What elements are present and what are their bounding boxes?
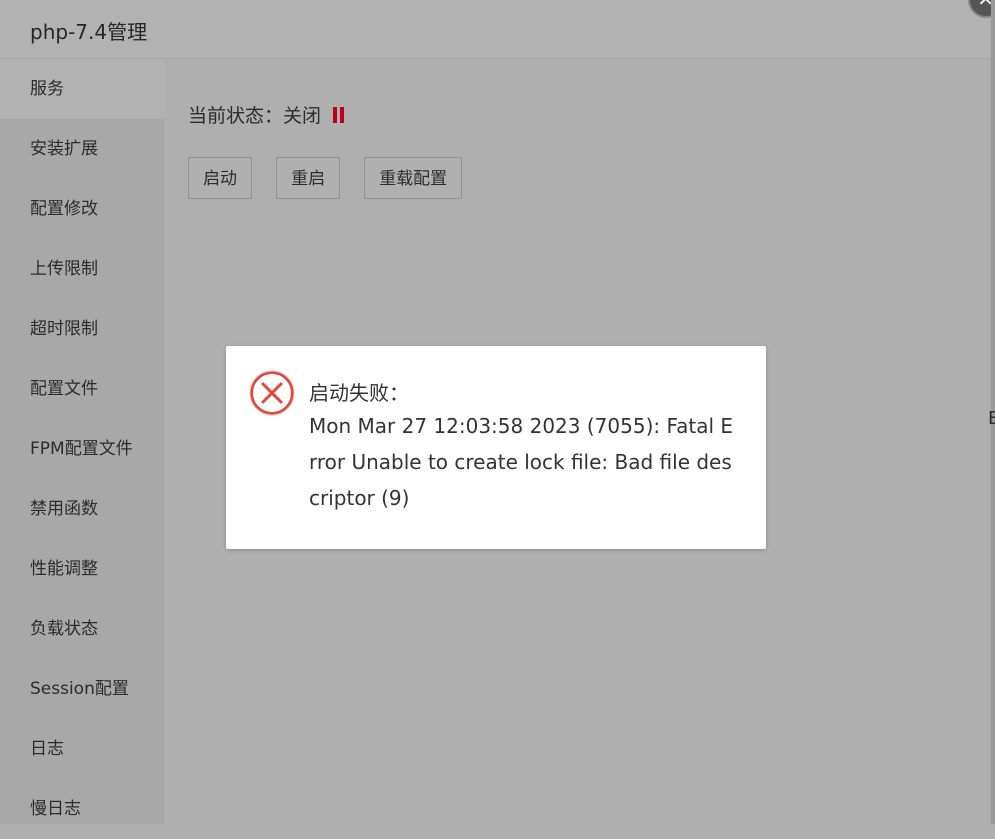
sidebar: 服务 安装扩展 配置修改 上传限制 超时限制 配置文件 FPM配置文件 禁用函数… <box>0 59 165 824</box>
service-actions: 启动 重启 重载配置 <box>188 157 481 199</box>
sidebar-item-install-extension[interactable]: 安装扩展 <box>0 119 165 179</box>
sidebar-item-session-config[interactable]: Session配置 <box>0 659 165 719</box>
pause-icon <box>333 106 347 128</box>
sidebar-item-load-status[interactable]: 负载状态 <box>0 599 165 659</box>
restart-button[interactable]: 重启 <box>276 157 341 199</box>
sidebar-item-timeout-limit[interactable]: 超时限制 <box>0 299 165 359</box>
sidebar-item-logs[interactable]: 日志 <box>0 719 165 779</box>
service-status: 当前状态：关闭 <box>188 101 347 128</box>
error-dialog: 启动失败： Mon Mar 27 12:03:58 2023 (7055): F… <box>226 346 766 549</box>
sidebar-item-upload-limit[interactable]: 上传限制 <box>0 239 165 299</box>
sidebar-item-disabled-functions[interactable]: 禁用函数 <box>0 479 165 539</box>
error-circle-icon <box>249 370 295 416</box>
dialog-message: Mon Mar 27 12:03:58 2023 (7055): Fatal E… <box>309 414 734 510</box>
sidebar-item-performance-tuning[interactable]: 性能调整 <box>0 539 165 599</box>
status-label: 当前状态：关闭 <box>188 105 322 127</box>
sidebar-item-fpm-config-file[interactable]: FPM配置文件 <box>0 419 165 479</box>
dialog-content: 启动失败： Mon Mar 27 12:03:58 2023 (7055): F… <box>309 378 739 516</box>
sidebar-item-config-modify[interactable]: 配置修改 <box>0 179 165 239</box>
sidebar-item-service[interactable]: 服务 <box>0 59 165 119</box>
window-header: php-7.4管理 <box>0 0 995 59</box>
reload-config-button[interactable]: 重载配置 <box>364 157 463 199</box>
window-title: php-7.4管理 <box>30 20 148 44</box>
sidebar-item-slow-logs[interactable]: 慢日志 <box>0 779 165 839</box>
background-edge-text: E <box>988 408 995 429</box>
dialog-title: 启动失败： <box>309 381 409 405</box>
sidebar-item-config-file[interactable]: 配置文件 <box>0 359 165 419</box>
start-button[interactable]: 启动 <box>188 157 252 199</box>
